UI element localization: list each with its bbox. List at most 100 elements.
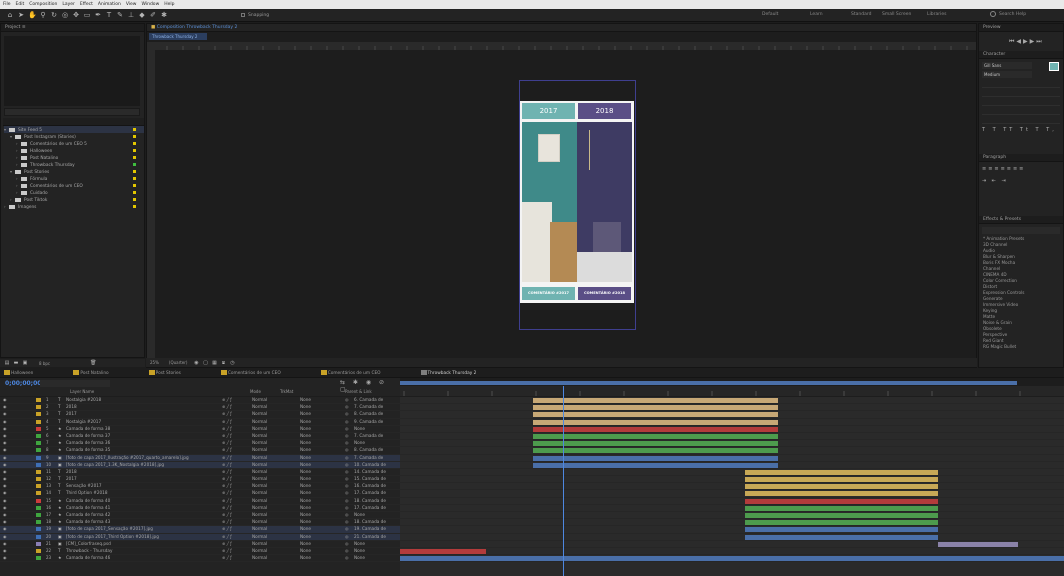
- parent-dropdown[interactable]: 16. Camada de: [354, 483, 398, 489]
- menu-edit[interactable]: Edit: [16, 2, 25, 7]
- bpc-label[interactable]: 8 bpc: [39, 361, 50, 366]
- menu-composition[interactable]: Composition: [29, 2, 57, 7]
- blend-mode-dropdown[interactable]: Normal: [252, 447, 267, 453]
- layer-switches[interactable]: ⊕ ╱ ƒ: [222, 476, 232, 482]
- parent-dropdown[interactable]: 7. Camada de: [354, 404, 398, 410]
- layer-switches[interactable]: ⊕ ╱ ƒ: [222, 455, 232, 461]
- delete-icon[interactable]: 🗑: [90, 360, 96, 366]
- parent-dropdown[interactable]: None: [354, 426, 398, 432]
- layer-label-swatch[interactable]: [36, 513, 41, 517]
- label-color-swatch[interactable]: [133, 205, 136, 208]
- effects-presets-tab[interactable]: Effects & Presets: [979, 216, 1063, 224]
- trkmat-dropdown[interactable]: None: [300, 476, 311, 482]
- layer-label-swatch[interactable]: [36, 505, 41, 510]
- layer-duration-bar[interactable]: [745, 469, 938, 475]
- layer-duration-bar[interactable]: [532, 426, 779, 432]
- new-composition-icon[interactable]: ▣: [22, 360, 28, 366]
- layer-duration-bar[interactable]: [745, 534, 938, 540]
- layer-switches[interactable]: ⊕ ╱ ƒ: [222, 462, 232, 468]
- workspace-learn[interactable]: Learn: [810, 12, 823, 17]
- resolution-dropdown[interactable]: (Quarter): [169, 360, 188, 365]
- layer-name[interactable]: Camada de forma 36: [66, 440, 216, 446]
- layer-switches[interactable]: ⊕ ╱ ƒ: [222, 526, 232, 532]
- parent-dropdown[interactable]: 14. Camada de: [354, 469, 398, 475]
- trkmat-dropdown[interactable]: None: [300, 433, 311, 439]
- layer-name[interactable]: [foto de capa 2017_1.3K_Nostalgia #2018]…: [66, 462, 216, 468]
- visibility-eye-icon[interactable]: ◉: [3, 512, 7, 518]
- blend-mode-dropdown[interactable]: Normal: [252, 462, 267, 468]
- layer-search-input[interactable]: [40, 380, 110, 387]
- zoom-tool-icon[interactable]: ⚲: [39, 11, 47, 19]
- blend-mode-dropdown[interactable]: Normal: [252, 433, 267, 439]
- layer-switches[interactable]: ⊕ ╱ ƒ: [222, 519, 232, 525]
- transparency-grid-icon[interactable]: ▦: [211, 360, 217, 366]
- project-item[interactable]: › Comentários de um CEO: [4, 182, 144, 189]
- layer-label-swatch[interactable]: [36, 556, 41, 561]
- layer-label-swatch[interactable]: [36, 491, 41, 496]
- layer-label-swatch[interactable]: [36, 405, 41, 410]
- parent-dropdown[interactable]: None: [354, 512, 398, 518]
- layer-switches[interactable]: ⊕ ╱ ƒ: [222, 555, 232, 561]
- visibility-eye-icon[interactable]: ◉: [3, 469, 7, 475]
- layer-duration-bar[interactable]: [745, 520, 938, 526]
- current-timecode[interactable]: 0;00;00;00: [5, 380, 41, 387]
- layer-name[interactable]: 2017: [66, 476, 216, 482]
- layer-name[interactable]: [foto de capa 2017_Ilustração #2017_quar…: [66, 455, 216, 461]
- trkmat-dropdown[interactable]: None: [300, 541, 311, 547]
- parent-dropdown[interactable]: 21. Camada de: [354, 534, 398, 540]
- layer-switches[interactable]: ⊕ ╱ ƒ: [222, 534, 232, 540]
- parent-dropdown[interactable]: 9. Camada de: [354, 419, 398, 425]
- composition-tab[interactable]: ■ Composition Throwback Thursday 2: [147, 24, 976, 32]
- interpret-footage-icon[interactable]: ▤: [4, 360, 10, 366]
- layer-name[interactable]: Camada de forma 40: [66, 498, 216, 504]
- parent-dropdown[interactable]: 18. Camada de: [354, 519, 398, 525]
- trkmat-dropdown[interactable]: None: [300, 490, 311, 496]
- layer-row[interactable]: ◉ 17 ★ Camada de forma 42 ⊕ ╱ ƒ Normal None ◎ No…: [0, 512, 400, 520]
- pick-whip-icon[interactable]: ◎: [345, 483, 349, 489]
- region-icon[interactable]: ▢: [202, 360, 208, 366]
- menu-file[interactable]: File: [3, 2, 11, 7]
- layer-name[interactable]: Camada de forma 37: [66, 433, 216, 439]
- parent-dropdown[interactable]: None: [354, 555, 398, 561]
- snapshot-icon[interactable]: ◉: [193, 360, 199, 366]
- layer-row[interactable]: ◉ 22 T Throwback - Thursday ⊕ ╱ ƒ Normal None ◎…: [0, 548, 400, 556]
- layer-name[interactable]: Camada de forma 46: [66, 555, 216, 561]
- layer-row[interactable]: ◉ 15 ★ Camada de forma 40 ⊕ ╱ ƒ Normal None ◎ 18…: [0, 498, 400, 505]
- label-color-swatch[interactable]: [133, 198, 136, 201]
- pick-whip-icon[interactable]: ◎: [345, 404, 349, 410]
- pick-whip-icon[interactable]: ◎: [345, 455, 349, 461]
- timecode-icon[interactable]: ◷: [229, 360, 235, 366]
- time-ruler[interactable]: [400, 386, 1064, 396]
- pick-whip-icon[interactable]: ◎: [345, 526, 349, 532]
- layer-duration-bar[interactable]: [532, 448, 779, 454]
- visibility-eye-icon[interactable]: ◉: [3, 490, 7, 496]
- layer-switches[interactable]: ⊕ ╱ ƒ: [222, 469, 232, 475]
- menu-help[interactable]: Help: [164, 2, 174, 7]
- layer-duration-bar[interactable]: [745, 477, 938, 483]
- trkmat-dropdown[interactable]: None: [300, 419, 311, 425]
- pen-tool-icon[interactable]: ✒: [94, 11, 102, 19]
- label-color-swatch[interactable]: [133, 135, 136, 138]
- label-color-swatch[interactable]: [133, 163, 136, 166]
- pick-whip-icon[interactable]: ◎: [345, 433, 349, 439]
- new-folder-icon[interactable]: ▬: [13, 360, 19, 366]
- visibility-eye-icon[interactable]: ◉: [3, 548, 7, 554]
- layer-row[interactable]: ◉ 19 ▣ [foto de capa 2017_Sensação #2017].j…: [0, 526, 400, 534]
- layer-label-swatch[interactable]: [36, 477, 41, 482]
- label-color-swatch[interactable]: [133, 156, 136, 159]
- blend-mode-dropdown[interactable]: Normal: [252, 534, 267, 540]
- layer-duration-bar[interactable]: [532, 462, 779, 468]
- composition-subtab[interactable]: Throwback Thursday 2: [149, 33, 207, 40]
- parent-dropdown[interactable]: 8. Camada de: [354, 411, 398, 417]
- layer-label-swatch[interactable]: [36, 455, 41, 460]
- parent-dropdown[interactable]: 15. Camada de: [354, 476, 398, 482]
- parent-dropdown[interactable]: None: [354, 541, 398, 547]
- pick-whip-icon[interactable]: ◎: [345, 397, 349, 403]
- visibility-eye-icon[interactable]: ◉: [3, 534, 7, 540]
- timeline-tab[interactable]: Post Stories: [148, 370, 181, 376]
- layer-label-swatch[interactable]: [36, 484, 41, 489]
- trkmat-dropdown[interactable]: None: [300, 526, 311, 532]
- layer-name[interactable]: Sensação #2017: [66, 483, 216, 489]
- visibility-eye-icon[interactable]: ◉: [3, 411, 7, 417]
- blend-mode-dropdown[interactable]: Normal: [252, 397, 267, 403]
